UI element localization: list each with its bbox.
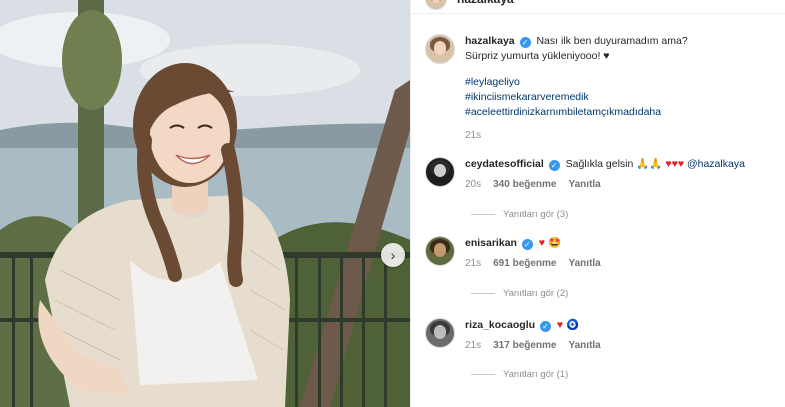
commenter-avatar[interactable]: [425, 157, 455, 187]
comment-username[interactable]: enisarikan: [465, 237, 517, 249]
heart-emoji-icon: ♥: [556, 319, 564, 331]
view-replies-label: Yanıtları gör (1): [503, 369, 569, 380]
view-replies-button[interactable]: Yanıtları gör (2): [471, 288, 568, 299]
comment-likes[interactable]: 691 beğenme: [493, 256, 556, 271]
hashtag-link[interactable]: #leylageliyo: [465, 75, 688, 90]
post-photo[interactable]: ›: [0, 0, 410, 407]
verified-badge-icon: ✓: [521, 239, 533, 250]
comment-time[interactable]: 21s: [465, 338, 481, 353]
comment-meta: 21s 691 beğenme Yanıtla: [465, 256, 601, 271]
comment-username[interactable]: ceydatesofficial: [465, 158, 544, 170]
view-replies-label: Yanıtları gör (3): [503, 209, 569, 220]
carousel-next-button[interactable]: ›: [381, 243, 405, 267]
caption-time[interactable]: 21s: [465, 128, 481, 143]
comment-row: ceydatesofficial ✓ Sağlıkla gelsin 🙏🙏 ♥♥…: [425, 157, 745, 192]
hashtag-link[interactable]: #aceleettirdinizkarnımbiletamçıkmadıdaha: [465, 105, 688, 120]
heart-emoji-icon: ♥: [538, 237, 546, 249]
header-divider: [411, 13, 785, 14]
reply-divider-line: [471, 374, 495, 375]
post-header: hazalkaya: [425, 0, 514, 10]
caption-body: hazalkaya ✓ Nası ilk ben duyuramadım ama…: [465, 34, 688, 143]
view-replies-button[interactable]: Yanıtları gör (3): [471, 209, 568, 220]
comment-likes[interactable]: 317 beğenme: [493, 338, 556, 353]
reply-divider-line: [471, 214, 495, 215]
comment-row: enisarikan ✓ ♥ 🤩 21s 691 beğenme Yanıtla: [425, 236, 601, 271]
verified-badge-icon: ✓: [539, 321, 551, 332]
post-photo-illustration: [0, 0, 410, 407]
caption-hashtags: #leylageliyo #ikinciismekararveremedik #…: [465, 75, 688, 120]
comment-time[interactable]: 21s: [465, 256, 481, 271]
hashtag-link[interactable]: #ikinciismekararveremedik: [465, 90, 688, 105]
heart-emoji-icon: ♥♥♥: [665, 158, 685, 170]
post-author-avatar[interactable]: [425, 0, 447, 10]
comment-body: ceydatesofficial ✓ Sağlıkla gelsin 🙏🙏 ♥♥…: [465, 157, 745, 192]
commenter-avatar[interactable]: [425, 236, 455, 266]
reply-button[interactable]: Yanıtla: [569, 177, 601, 192]
comment-meta: 20s 340 beğenme Yanıtla: [465, 177, 745, 192]
reply-button[interactable]: Yanıtla: [569, 256, 601, 271]
view-replies-button[interactable]: Yanıtları gör (1): [471, 369, 568, 380]
caption-row: hazalkaya ✓ Nası ilk ben duyuramadım ama…: [425, 34, 688, 143]
caption-line-2: Sürpriz yumurta yükleniyooo! ♥: [465, 50, 610, 62]
caption-line-1: Nası ilk ben duyuramadım ama?: [536, 35, 688, 47]
caption-username[interactable]: hazalkaya: [465, 35, 515, 47]
comments-panel: hazalkaya hazalkaya ✓ Nası ilk ben duyur…: [410, 0, 785, 407]
nazar-emoji-icon: 🧿: [566, 319, 580, 331]
reply-button[interactable]: Yanıtla: [569, 338, 601, 353]
comment-body: enisarikan ✓ ♥ 🤩 21s 691 beğenme Yanıtla: [465, 236, 601, 271]
view-replies-label: Yanıtları gör (2): [503, 288, 569, 299]
chevron-right-icon: ›: [390, 247, 396, 263]
reply-divider-line: [471, 293, 495, 294]
comment-row: riza_kocaoglu ✓ ♥ 🧿 21s 317 beğenme Yanı…: [425, 318, 601, 353]
comment-username[interactable]: riza_kocaoglu: [465, 319, 535, 331]
post-author-username[interactable]: hazalkaya: [457, 0, 514, 6]
verified-badge-icon: ✓: [519, 37, 531, 48]
commenter-avatar[interactable]: [425, 318, 455, 348]
caption-meta: 21s: [465, 128, 688, 143]
comment-body: riza_kocaoglu ✓ ♥ 🧿 21s 317 beğenme Yanı…: [465, 318, 601, 353]
verified-badge-icon: ✓: [548, 160, 560, 171]
comment-time[interactable]: 20s: [465, 177, 481, 192]
mention-link[interactable]: @hazalkaya: [687, 158, 745, 170]
caption-avatar[interactable]: [425, 34, 455, 64]
comment-meta: 21s 317 beğenme Yanıtla: [465, 338, 601, 353]
comment-text: Sağlıkla gelsin 🙏🙏: [565, 158, 663, 170]
star-struck-emoji-icon: 🤩: [547, 237, 562, 249]
comment-likes[interactable]: 340 beğenme: [493, 177, 556, 192]
